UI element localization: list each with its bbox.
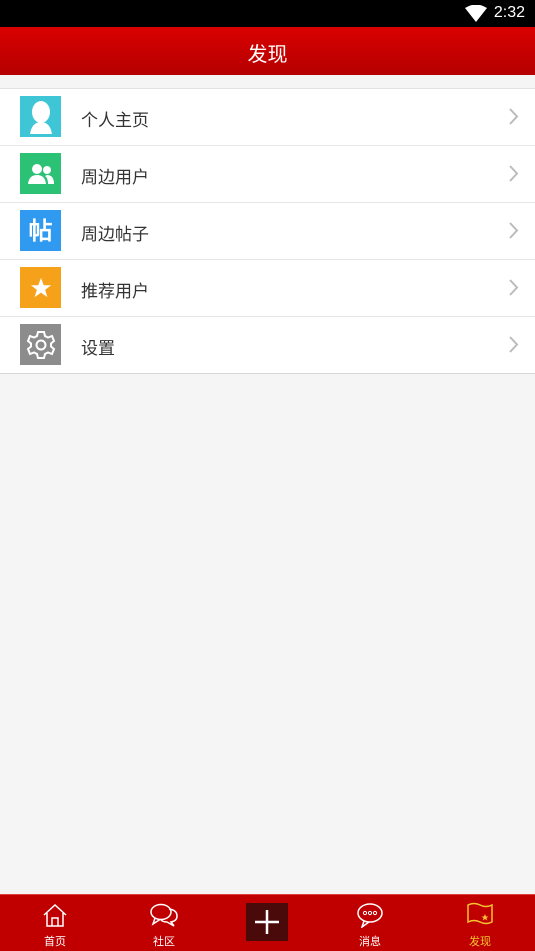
page-title: 发现 — [247, 42, 288, 66]
tab-home[interactable]: 首页 — [5, 895, 105, 951]
flag-icon — [467, 902, 493, 925]
menu-item-label: 周边用户 — [81, 168, 149, 188]
post-icon-glyph: 帖 — [28, 216, 53, 245]
chevron-right-icon — [509, 222, 519, 239]
menu-item-settings[interactable]: 设置 — [0, 317, 535, 373]
users-icon — [20, 153, 61, 194]
home-icon — [43, 903, 67, 927]
tab-label: 消息 — [359, 935, 381, 948]
menu-item-label: 周边帖子 — [81, 225, 149, 245]
message-icon — [357, 903, 383, 928]
person-icon — [20, 96, 61, 137]
wifi-icon — [465, 5, 487, 22]
tab-community[interactable]: 社区 — [114, 895, 214, 951]
tab-messages[interactable]: 消息 — [320, 895, 420, 951]
chevron-right-icon — [509, 336, 519, 353]
app-header: 发现 — [0, 27, 535, 75]
tab-label: 首页 — [44, 935, 66, 948]
plus-icon — [255, 910, 279, 934]
menu-item-label: 推荐用户 — [81, 282, 149, 302]
star-icon — [20, 267, 61, 308]
chevron-right-icon — [509, 279, 519, 296]
chevron-right-icon — [509, 108, 519, 125]
gear-icon — [20, 324, 61, 365]
menu-item-nearby-posts[interactable]: 帖 周边帖子 — [0, 203, 535, 260]
menu-item-label: 个人主页 — [81, 111, 149, 131]
new-post-button[interactable] — [246, 903, 288, 941]
menu-item-nearby-users[interactable]: 周边用户 — [0, 146, 535, 203]
menu-list: 个人主页 周边用户 帖 周边帖子 推荐用户 设置 — [0, 88, 535, 374]
menu-item-profile[interactable]: 个人主页 — [0, 89, 535, 146]
bottom-tab-bar: 首页 社区 消息 发现 — [0, 894, 535, 951]
tab-discover[interactable]: 发现 — [430, 895, 530, 951]
chat-bubbles-icon — [150, 903, 178, 927]
status-bar: 2:32 — [0, 0, 535, 27]
tab-label: 社区 — [153, 935, 175, 948]
post-icon: 帖 — [20, 210, 61, 251]
tab-label: 发现 — [469, 935, 491, 948]
menu-item-recommended-users[interactable]: 推荐用户 — [0, 260, 535, 317]
status-clock: 2:32 — [493, 4, 525, 21]
menu-item-label: 设置 — [81, 339, 115, 359]
chevron-right-icon — [509, 165, 519, 182]
